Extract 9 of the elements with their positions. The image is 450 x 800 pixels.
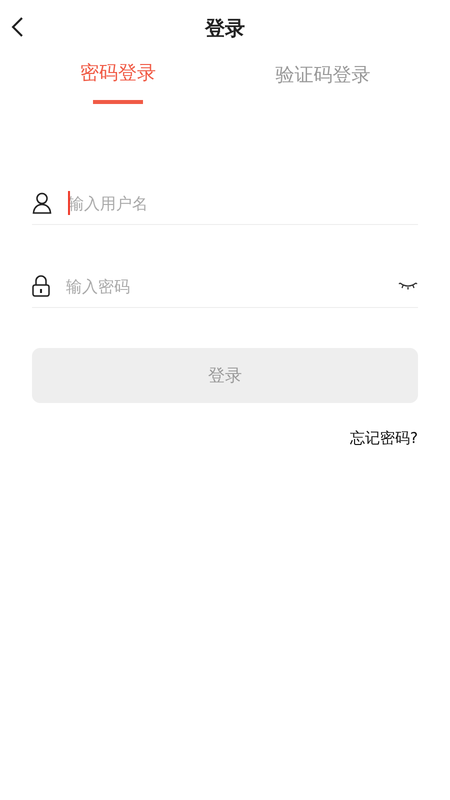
tab[interactable]: 密码登录 xyxy=(80,56,156,104)
forgot-password-link[interactable]: 忘记密码? xyxy=(350,429,418,448)
user-icon xyxy=(32,192,52,214)
input-field[interactable]: 输入密码 xyxy=(66,276,382,296)
tab[interactable]: 验证码登录 xyxy=(275,56,370,104)
lock-icon xyxy=(32,275,50,297)
closed-eye-icon[interactable] xyxy=(398,281,418,291)
page-title: 登录 xyxy=(205,14,245,42)
back-icon[interactable] xyxy=(10,16,24,38)
